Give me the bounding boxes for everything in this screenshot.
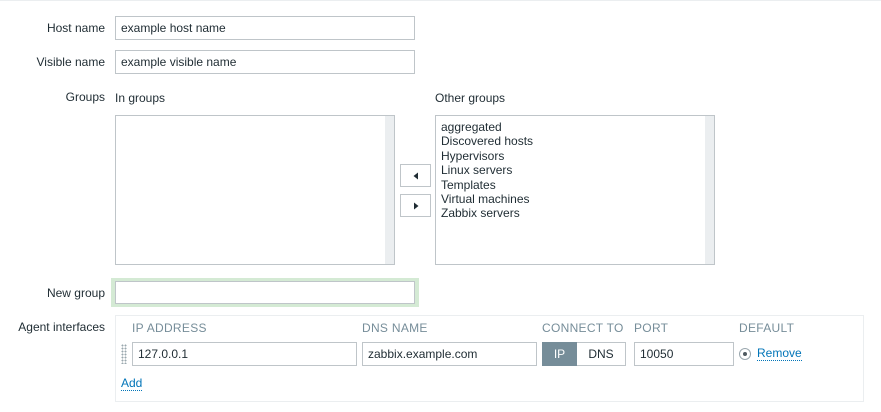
list-item[interactable]: Discovered hosts xyxy=(441,134,533,148)
remove-interface-link[interactable]: Remove xyxy=(757,347,802,361)
groups-label: Groups xyxy=(65,90,105,104)
default-interface-radio[interactable] xyxy=(739,348,751,360)
ip-address-column-header: IP ADDRESS xyxy=(132,321,207,335)
connect-to-column-header: CONNECT TO xyxy=(542,321,624,335)
dns-name-input[interactable] xyxy=(362,342,537,366)
ip-address-input[interactable] xyxy=(132,342,357,366)
list-item[interactable]: Zabbix servers xyxy=(441,206,533,220)
host-name-input[interactable] xyxy=(115,16,415,40)
visible-name-input[interactable] xyxy=(115,50,415,74)
other-groups-listbox[interactable]: aggregated Discovered hosts Hypervisors … xyxy=(435,115,715,265)
list-item[interactable]: Linux servers xyxy=(441,163,533,177)
list-item[interactable]: Templates xyxy=(441,178,533,192)
in-groups-scrollbar[interactable] xyxy=(385,116,394,264)
other-groups-title: Other groups xyxy=(435,91,506,105)
move-right-button[interactable] xyxy=(400,194,431,217)
new-group-label: New group xyxy=(46,286,105,300)
in-groups-title: In groups xyxy=(115,91,166,105)
connect-ip-toggle[interactable]: IP xyxy=(542,342,577,366)
agent-interfaces-label: Agent interfaces xyxy=(18,320,105,334)
dns-name-column-header: DNS NAME xyxy=(362,321,428,335)
triangle-left-icon xyxy=(413,172,418,179)
connect-dns-toggle[interactable]: DNS xyxy=(577,342,626,366)
move-left-button[interactable] xyxy=(400,164,431,187)
default-column-header: DEFAULT xyxy=(739,321,795,335)
in-groups-listbox[interactable] xyxy=(115,115,395,265)
port-input[interactable] xyxy=(634,342,734,366)
other-groups-scrollbar[interactable] xyxy=(705,116,714,264)
visible-name-label: Visible name xyxy=(36,55,105,69)
add-interface-link[interactable]: Add xyxy=(121,377,143,391)
triangle-right-icon xyxy=(413,202,418,209)
other-groups-list: aggregated Discovered hosts Hypervisors … xyxy=(441,120,533,221)
top-divider xyxy=(0,0,881,1)
port-column-header: PORT xyxy=(634,321,669,335)
new-group-input[interactable] xyxy=(115,281,415,304)
list-item[interactable]: Hypervisors xyxy=(441,149,533,163)
list-item[interactable]: aggregated xyxy=(441,120,533,134)
list-item[interactable]: Virtual machines xyxy=(441,192,533,206)
host-name-label: Host name xyxy=(46,21,105,35)
radio-selected-dot xyxy=(743,352,747,356)
drag-handle-icon[interactable] xyxy=(121,344,127,364)
